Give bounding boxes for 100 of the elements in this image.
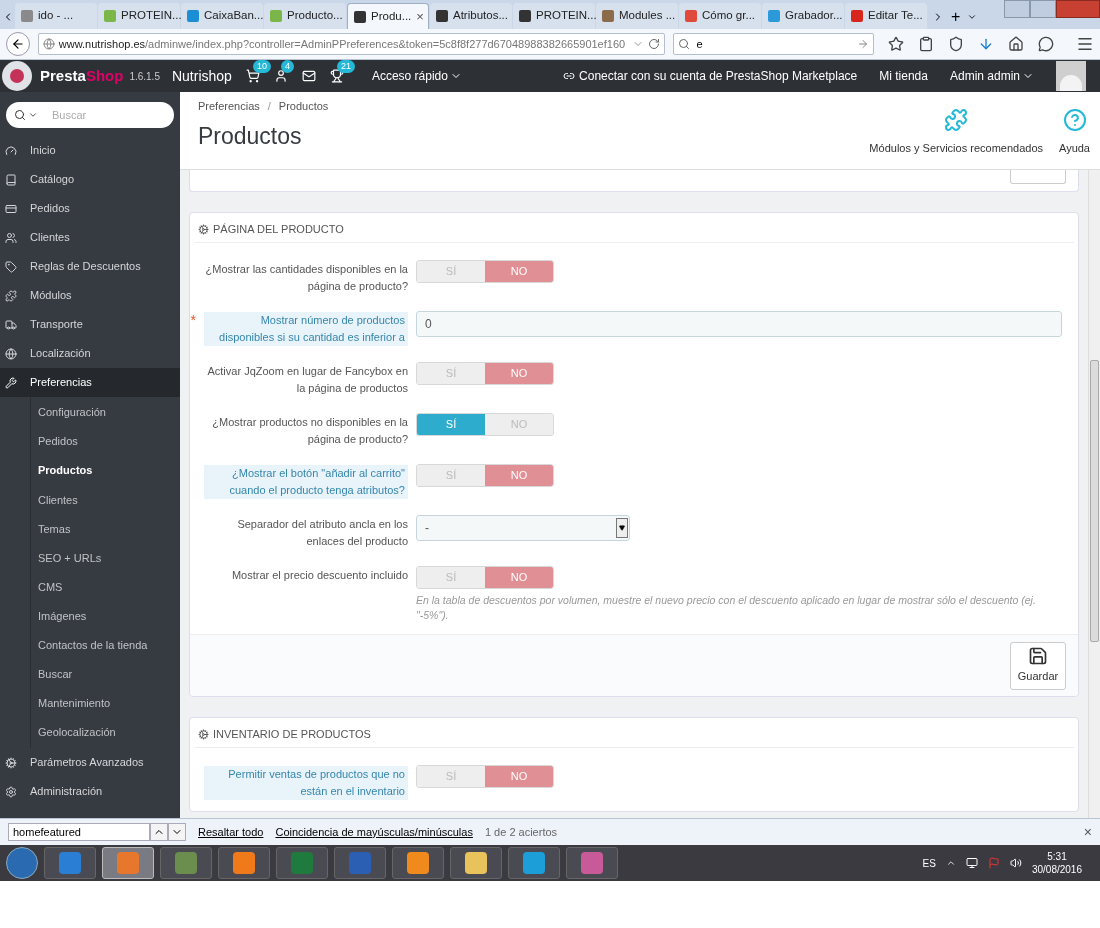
taskbar-app[interactable] bbox=[160, 847, 212, 879]
sidebar-item[interactable]: Parámetros Avanzados bbox=[0, 748, 180, 778]
field-label: Activar JqZoom en lugar de Fancybox en la página de productos bbox=[206, 364, 408, 396]
sidebar-item[interactable]: Administración bbox=[0, 777, 180, 807]
toolbar-button[interactable]: Módulos y Servicios recomendados bbox=[869, 108, 1043, 169]
triangle-icon bbox=[619, 525, 625, 531]
tab-title: Producto... bbox=[287, 8, 343, 24]
submenu-item[interactable]: Buscar bbox=[31, 659, 180, 689]
search-input[interactable]: Buscar bbox=[52, 106, 152, 124]
cart-icon[interactable] bbox=[245, 69, 260, 83]
tag-icon bbox=[5, 260, 17, 273]
sidebar-item[interactable]: Catálogo bbox=[0, 165, 180, 194]
reload-icon bbox=[648, 38, 661, 50]
shield-icon[interactable] bbox=[948, 36, 964, 52]
submenu-item[interactable]: Pedidos bbox=[31, 427, 180, 457]
submenu-item[interactable]: Mantenimiento bbox=[31, 688, 180, 719]
submenu-item[interactable]: Imágenes bbox=[31, 601, 180, 631]
browser-tab[interactable]: Editar Te... bbox=[845, 3, 927, 29]
clock[interactable]: 5:31 30/08/2016 bbox=[1031, 850, 1082, 876]
bookmark-icon[interactable] bbox=[888, 36, 904, 52]
browser-tab[interactable]: Atributos... bbox=[430, 3, 512, 29]
browser-tab[interactable]: Produ... × bbox=[347, 3, 429, 29]
marketplace-link[interactable]: Conectar con su cuenta de PrestaShop Marketplace bbox=[579, 67, 858, 85]
notification-badge: 10 bbox=[252, 60, 271, 73]
search-icon bbox=[678, 38, 691, 50]
browser-tab[interactable]: Cómo gr... bbox=[679, 3, 761, 29]
browser-tab[interactable]: CaixaBan... bbox=[181, 3, 263, 29]
link-icon bbox=[563, 70, 576, 82]
field-label: Separador del atributo ancla en los enlaces del producto bbox=[236, 517, 408, 549]
start-button[interactable] bbox=[6, 847, 38, 879]
submenu-item[interactable]: Temas bbox=[31, 514, 180, 544]
browser-tab[interactable]: Modules ... bbox=[596, 3, 678, 29]
taskbar-app[interactable] bbox=[508, 847, 560, 879]
browser-tab[interactable]: PROTEIN... bbox=[513, 3, 595, 29]
sidebar-item[interactable]: Localización bbox=[0, 339, 180, 368]
admin-menu-button[interactable]: Admin admin bbox=[949, 67, 1034, 85]
separator-select[interactable]: - bbox=[416, 515, 630, 541]
home-icon[interactable] bbox=[1008, 36, 1024, 52]
save-button[interactable]: Guardar bbox=[1010, 641, 1066, 690]
submenu-item[interactable]: Productos bbox=[31, 456, 180, 486]
browser-tab[interactable]: ido - ... bbox=[15, 3, 97, 29]
sidebar-item[interactable]: Pedidos bbox=[0, 194, 180, 223]
sidebar-search-field[interactable]: Buscar bbox=[6, 102, 174, 128]
submenu-item[interactable]: Clientes bbox=[31, 485, 180, 515]
tab-title: Cómo gr... bbox=[702, 8, 756, 24]
close-tab-button[interactable]: × bbox=[416, 6, 424, 27]
sidebar-item[interactable]: Inicio bbox=[0, 136, 180, 165]
submenu-item[interactable]: Geolocalización bbox=[31, 718, 180, 748]
number-field[interactable]: 0 bbox=[416, 311, 1062, 337]
network-icon[interactable] bbox=[965, 857, 978, 869]
find-field[interactable]: homefeatured bbox=[8, 823, 150, 841]
my-shop-link[interactable]: Mi tienda bbox=[879, 67, 928, 85]
download-icon[interactable] bbox=[978, 36, 994, 52]
breadcrumb-link[interactable]: Preferencias bbox=[198, 98, 260, 115]
highlight-all-option[interactable]: Resaltar todo bbox=[198, 823, 264, 841]
sidebar-item[interactable]: Transporte bbox=[0, 310, 180, 339]
toolbar-button[interactable]: Ayuda bbox=[1059, 108, 1090, 169]
user-icon[interactable] bbox=[273, 69, 288, 83]
submenu-item[interactable]: SEO + URLs bbox=[31, 543, 180, 573]
menu-icon[interactable] bbox=[1076, 35, 1094, 53]
field-label: ¿Mostrar las cantidades disponibles en la página de producto? bbox=[204, 262, 408, 294]
back-arrow-icon bbox=[10, 37, 25, 51]
submenu-item[interactable]: Contactos de la tienda bbox=[31, 630, 180, 660]
quick-access-button[interactable]: Acceso rápido bbox=[371, 67, 462, 85]
new-tab-button[interactable]: + bbox=[945, 5, 967, 29]
tray-expand-icon[interactable] bbox=[945, 858, 956, 868]
sidebar-item[interactable]: Preferencias bbox=[0, 368, 180, 397]
browser-tab[interactable]: Grabador... bbox=[762, 3, 844, 29]
sidebar-item[interactable]: Clientes bbox=[0, 223, 180, 252]
taskbar-app[interactable] bbox=[102, 847, 154, 879]
taskbar-app[interactable] bbox=[566, 847, 618, 879]
mail-icon[interactable] bbox=[301, 69, 316, 83]
breadcrumb-link[interactable]: Productos bbox=[278, 98, 329, 115]
browser-tab[interactable]: Producto... bbox=[264, 3, 346, 29]
close-find-button[interactable]: × bbox=[1083, 821, 1092, 843]
flag-icon[interactable] bbox=[987, 857, 1000, 869]
submenu-item[interactable]: CMS bbox=[31, 572, 180, 602]
previous-button[interactable] bbox=[150, 823, 168, 841]
clipboard-icon[interactable] bbox=[918, 36, 934, 52]
language-indicator[interactable]: ES bbox=[922, 855, 936, 871]
breadcrumb-separator: / bbox=[267, 99, 271, 114]
taskbar-app[interactable] bbox=[218, 847, 270, 879]
browser-tab[interactable]: PROTEIN... bbox=[98, 3, 180, 29]
next-button[interactable] bbox=[168, 823, 186, 841]
search-field[interactable]: e bbox=[673, 33, 874, 55]
taskbar-app[interactable] bbox=[392, 847, 444, 879]
submenu-item[interactable]: Configuración bbox=[31, 398, 180, 428]
taskbar-app[interactable] bbox=[44, 847, 96, 879]
sidebar-item[interactable]: Reglas de Descuentos bbox=[0, 252, 180, 281]
volume-icon[interactable] bbox=[1009, 857, 1022, 869]
back-button[interactable] bbox=[6, 32, 30, 56]
sidebar-item[interactable]: Módulos bbox=[0, 281, 180, 310]
match-case-option[interactable]: Coincidencia de mayúsculas/minúsculas bbox=[275, 823, 473, 841]
taskbar-app[interactable] bbox=[450, 847, 502, 879]
scrollbar[interactable] bbox=[1088, 170, 1100, 818]
chat-icon[interactable] bbox=[1038, 36, 1054, 52]
url-host: www.nutrishop.es bbox=[58, 36, 146, 52]
version-label: 1.6.1.5 bbox=[129, 69, 160, 84]
tab-title: PROTEIN... bbox=[536, 8, 597, 24]
url-field[interactable]: www.nutrishop.es/adminwe/index.php?controller=AdminPPreferences&token=5c8f8f277d67048988382665901ef160 bbox=[37, 33, 666, 55]
